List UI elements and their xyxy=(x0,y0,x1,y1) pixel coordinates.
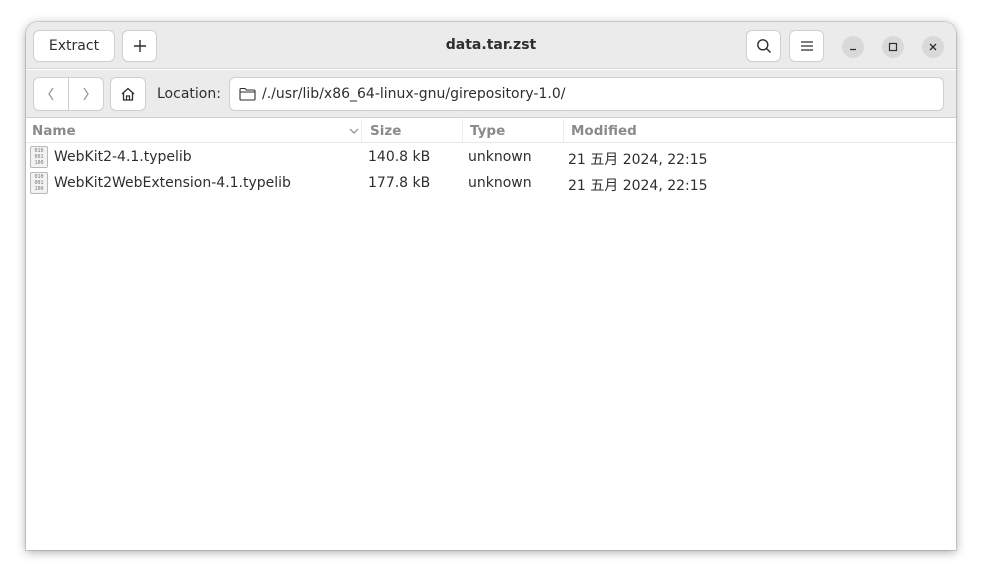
home-button[interactable] xyxy=(110,77,146,111)
chevron-down-icon xyxy=(349,128,359,134)
column-headers: Name Size Type Modified xyxy=(26,119,956,143)
location-label: Location: xyxy=(157,86,221,102)
location-bar: Location: /./usr/lib/x86_64-linux-gnu/gi… xyxy=(26,70,956,118)
binary-file-icon: 010 001 100 xyxy=(30,144,50,170)
chevron-right-icon xyxy=(83,87,89,101)
binary-file-icon: 010 001 100 xyxy=(30,170,50,196)
file-type: unknown xyxy=(468,149,532,165)
chevron-left-icon xyxy=(47,87,54,101)
file-type: unknown xyxy=(468,175,532,191)
plus-icon xyxy=(133,40,146,52)
navigation-buttons xyxy=(33,77,104,111)
column-header-size[interactable]: Size xyxy=(363,119,463,143)
add-files-button[interactable] xyxy=(122,30,157,62)
file-modified: 21 五月 2024, 22:15 xyxy=(568,152,708,168)
minimize-button[interactable] xyxy=(842,36,864,58)
hamburger-menu-icon xyxy=(800,41,813,51)
header-bar: Extract data.tar.zst xyxy=(26,22,956,69)
file-modified: 21 五月 2024, 22:15 xyxy=(568,178,708,194)
main-menu-button[interactable] xyxy=(789,30,824,62)
maximize-icon xyxy=(888,42,898,52)
home-icon xyxy=(121,87,135,101)
extract-button[interactable]: Extract xyxy=(33,30,115,62)
folder-icon xyxy=(239,87,256,101)
table-row[interactable]: 010 001 100 WebKit2WebExtension-4.1.typeli… xyxy=(26,170,956,196)
column-header-type[interactable]: Type xyxy=(464,119,564,143)
search-button[interactable] xyxy=(746,30,781,62)
archive-manager-window: Extract data.tar.zst Location: /./usr/li… xyxy=(26,22,956,550)
forward-button[interactable] xyxy=(69,78,104,110)
back-button[interactable] xyxy=(34,78,69,110)
column-header-name[interactable]: Name xyxy=(32,119,362,143)
location-path: /./usr/lib/x86_64-linux-gnu/girepository… xyxy=(262,86,566,102)
extract-button-label: Extract xyxy=(48,38,100,54)
file-list: Name Size Type Modified 010 001 100 WebKit… xyxy=(26,119,956,550)
file-size: 177.8 kB xyxy=(368,175,431,191)
column-header-modified[interactable]: Modified xyxy=(565,119,865,143)
maximize-button[interactable] xyxy=(882,36,904,58)
location-entry[interactable]: /./usr/lib/x86_64-linux-gnu/girepository… xyxy=(229,77,944,111)
close-button[interactable] xyxy=(922,36,944,58)
minimize-icon xyxy=(850,48,856,51)
search-icon xyxy=(756,39,771,54)
file-size: 140.8 kB xyxy=(368,149,431,165)
table-row[interactable]: 010 001 100 WebKit2-4.1.typelib 140.8 kB u… xyxy=(26,144,956,170)
file-name: WebKit2WebExtension-4.1.typelib xyxy=(54,175,291,191)
close-icon xyxy=(929,43,937,51)
file-name: WebKit2-4.1.typelib xyxy=(54,149,192,165)
